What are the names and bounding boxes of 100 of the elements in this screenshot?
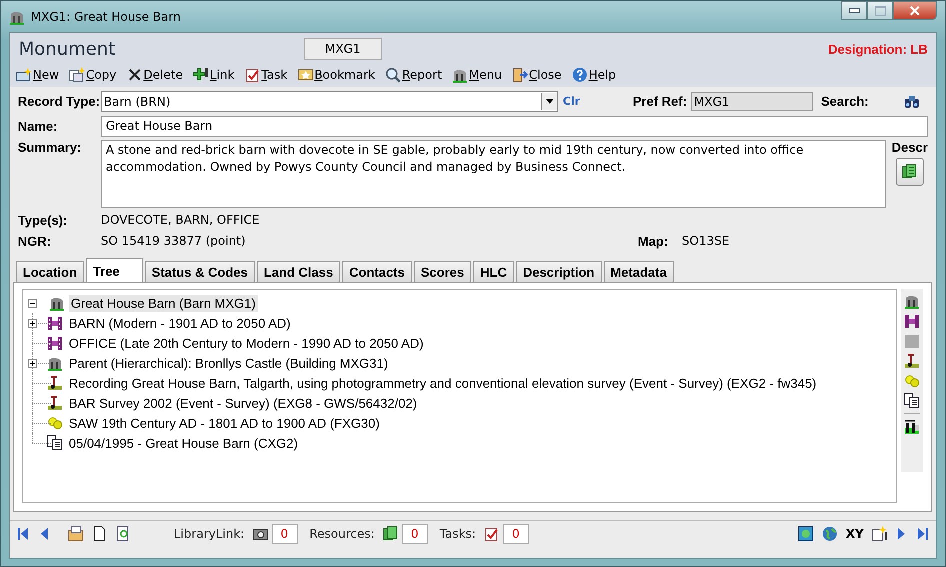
event-icon: [47, 375, 63, 391]
tab[interactable]: Status & Codes: [144, 261, 255, 282]
previous-icon: [40, 528, 48, 540]
search-button[interactable]: [904, 94, 920, 108]
expand-toggle[interactable]: [28, 359, 37, 368]
map-window-icon[interactable]: [798, 526, 814, 542]
tab[interactable]: Scores: [414, 261, 472, 282]
binoculars-icon: [904, 94, 920, 108]
designation-label: Designation: LB: [828, 42, 929, 56]
name-field[interactable]: Great House Barn: [101, 116, 928, 137]
tree-item[interactable]: Great House Barn (Barn MXG1): [69, 294, 258, 312]
description-button[interactable]: [896, 158, 924, 186]
close-button[interactable]: [893, 1, 937, 20]
report-icon: [385, 67, 402, 83]
resources-count: 0: [402, 524, 428, 544]
new-icon: [16, 67, 32, 83]
bookmark-icon: [298, 67, 314, 83]
toolbar-button[interactable]: Link: [193, 67, 235, 83]
map-value: SO13SE: [682, 234, 730, 248]
last-icon: [918, 528, 928, 540]
task-icon: [244, 67, 261, 83]
record-ref: MXG1: [304, 38, 382, 60]
toolbar-button[interactable]: Menu: [452, 67, 502, 83]
tree-item[interactable]: OFFICE (Late 20th Century to Modern - 1990 AD to 2050 AD): [67, 334, 426, 352]
toolbar-button[interactable]: Copy: [69, 67, 117, 83]
tab[interactable]: Contacts: [342, 261, 412, 282]
tasks-label: Tasks:: [440, 527, 476, 541]
tab[interactable]: Description: [516, 261, 602, 282]
dropdown-arrow-icon: [546, 99, 554, 104]
toolbar-button[interactable]: Task: [244, 67, 288, 83]
toolbar-button[interactable]: Report: [385, 67, 442, 83]
page-icon[interactable]: [92, 526, 108, 542]
copy-icon: [69, 67, 86, 83]
document-icon[interactable]: [904, 393, 920, 409]
event-icon: [47, 395, 63, 411]
menu-icon: [452, 67, 468, 83]
types-label: Type(s):: [18, 212, 69, 228]
tab[interactable]: Location: [16, 261, 84, 282]
summary-field[interactable]: A stone and red-brick barn with dovecote in SE gable, probably early to mid 19th century, now converted into office accommodation. Owned by Powys County Council and managed by Business Connect.: [101, 140, 886, 208]
search-label: Search:: [821, 94, 869, 109]
minimize-button[interactable]: [841, 1, 867, 20]
toolbar-button[interactable]: Delete: [126, 67, 184, 83]
resources-icon[interactable]: [382, 526, 399, 542]
first-icon: [18, 528, 28, 540]
close-icon: [512, 67, 528, 83]
maximize-button[interactable]: [867, 1, 893, 20]
tree-item[interactable]: BAR Survey 2002 (Event - Survey) (EXG8 - GWS/56432/02): [67, 394, 420, 412]
document-icon: [47, 435, 63, 451]
tab[interactable]: HLC: [473, 261, 514, 282]
library-link-label: LibraryLink:: [174, 527, 245, 541]
expand-toggle[interactable]: [28, 299, 37, 308]
tree-item[interactable]: BARN (Modern - 1901 AD to 2050 AD): [67, 314, 293, 332]
tree-item[interactable]: Recording Great House Barn, Talgarth, using photogrammetry and conventional elevation survey (Event - Survey) (EXG2 - fw345): [67, 374, 819, 392]
component-icon: [47, 315, 63, 331]
first-record-button[interactable]: [16, 528, 30, 540]
globe-icon[interactable]: [822, 526, 838, 542]
map-label: Map:: [638, 234, 670, 248]
component-icon[interactable]: [904, 313, 920, 329]
delete-icon: [126, 67, 143, 83]
types-value: DOVECOTE, BARN, OFFICE: [101, 213, 260, 227]
next-icon: [898, 528, 906, 540]
tree-item[interactable]: SAW 19th Century AD - 1801 AD to 1900 AD (FXG30): [67, 414, 382, 432]
pref-ref-field[interactable]: MXG1: [691, 92, 814, 111]
descr-label: Descr: [892, 140, 928, 155]
ngr-value: SO 15419 33877 (point): [101, 234, 247, 248]
toolbar-button[interactable]: Close: [512, 67, 562, 83]
tab[interactable]: Tree: [86, 258, 143, 283]
expand-toggle[interactable]: [28, 319, 37, 328]
resources-label: Resources:: [310, 527, 375, 541]
tree-item[interactable]: Parent (Hierarchical): Bronllys Castle (Building MXG31): [67, 354, 390, 372]
monument-icon: [49, 295, 65, 311]
note-icon[interactable]: [872, 526, 888, 542]
tree-item[interactable]: 05/04/1995 - Great House Barn (CXG2): [67, 434, 300, 452]
xy-button[interactable]: XY: [846, 527, 864, 541]
monument-icon[interactable]: [904, 293, 920, 309]
pref-ref-label: Pref Ref:: [633, 94, 688, 109]
documents-icon: [902, 164, 918, 180]
last-record-button[interactable]: [916, 528, 930, 540]
task-icon[interactable]: [484, 526, 500, 542]
event-icon[interactable]: [904, 353, 920, 369]
help-icon: [572, 67, 588, 83]
tasks-count: 0: [503, 524, 530, 544]
link-icon: [193, 67, 210, 83]
tab[interactable]: Metadata: [604, 261, 674, 282]
folder-icon[interactable]: [68, 526, 84, 542]
ngr-label: NGR:: [18, 234, 52, 248]
tab[interactable]: Land Class: [257, 261, 340, 282]
summary-label: Summary:: [18, 140, 83, 155]
toolbar-button[interactable]: Bookmark: [298, 67, 376, 83]
component-icon: [47, 335, 63, 351]
coins-icon: [47, 415, 63, 431]
record-type-dropdown[interactable]: Barn (BRN): [101, 91, 558, 112]
record-type-label: Record Type:: [18, 94, 101, 109]
toolbar-button[interactable]: Help: [572, 67, 616, 83]
toolbar-button[interactable]: New: [16, 67, 60, 83]
close-icon: [910, 6, 920, 16]
library-link-count: 0: [272, 524, 298, 544]
clear-link[interactable]: Clr: [563, 95, 633, 108]
window-title: MXG1: Great House Barn: [31, 10, 181, 24]
name-label: Name:: [18, 119, 59, 134]
